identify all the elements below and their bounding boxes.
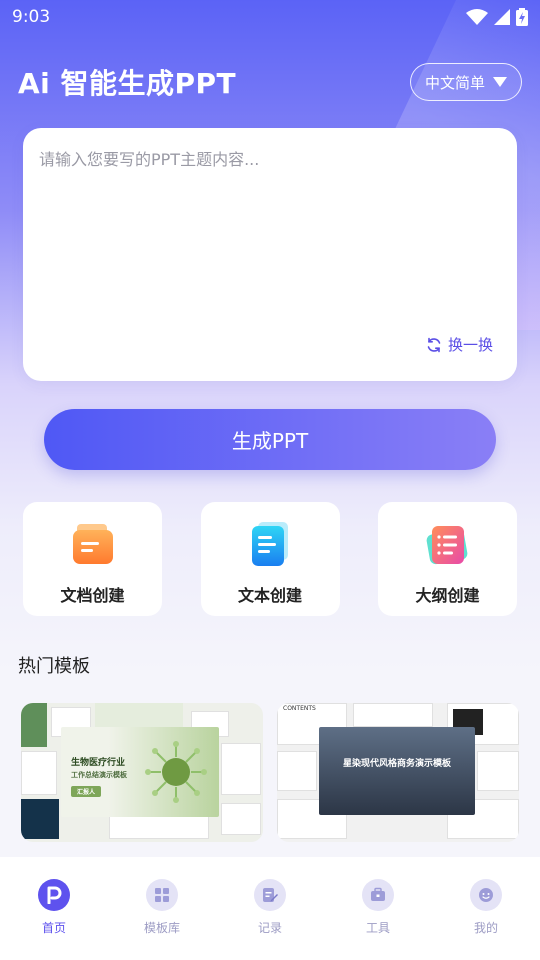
template-title: 生物医疗行业 [71,758,126,768]
document-folder-icon [71,522,115,568]
template-thumb-slide [277,751,317,791]
language-label: 中文简单 [424,73,485,92]
create-option-label: 文本创建 [237,586,302,605]
battery-icon [516,8,528,26]
template-card[interactable]: CONTENTS 星染现代风格商务演示模板 [277,703,519,842]
grid-icon [146,879,178,911]
template-contents-label: CONTENTS [283,705,316,712]
wifi-icon [466,9,488,25]
language-selector[interactable]: 中文简单 [410,63,522,101]
template-badge: 汇报人 [71,786,102,797]
template-thumb-slide [221,803,261,835]
template-thumb-slide [221,743,261,795]
template-thumb-slide [109,815,209,839]
nav-label: 我的 [473,921,498,935]
status-time: 9:03 [12,7,51,27]
nav-records[interactable]: 记录 [230,879,310,960]
nav-label: 记录 [257,921,282,935]
home-p-icon [38,879,70,911]
header: Ai 智能生成PPT 中文简单 [18,60,522,104]
template-subtitle: 工作总结演示模板 [71,771,127,779]
bottom-nav: 首页 模板库 记录 工具 我的 [0,857,540,960]
template-list: 生物医疗行业 工作总结演示模板 汇报人 CONTENTS 星染现代风格商务演示模… [21,703,519,842]
nav-profile[interactable]: 我的 [446,879,526,960]
template-thumb-slide [477,751,519,791]
app-title: Ai 智能生成PPT [18,67,237,100]
create-option-label: 大纲创建 [415,586,480,605]
status-bar: 9:03 [0,0,540,34]
text-doc-icon [248,522,292,568]
signal-icon [494,9,510,25]
nav-templates[interactable]: 模板库 [122,879,202,960]
generate-ppt-button[interactable]: 生成PPT [44,409,496,470]
nav-label: 工具 [365,921,390,935]
toolbox-icon [362,879,394,911]
create-option-label: 文档创建 [60,586,125,605]
template-thumb-slide [21,799,59,839]
refresh-label: 换一换 [447,336,493,354]
status-icons [466,8,528,26]
create-from-document[interactable]: 文档创建 [23,502,162,616]
template-title: 星染现代风格商务演示模板 [342,758,451,769]
template-card[interactable]: 生物医疗行业 工作总结演示模板 汇报人 [21,703,263,842]
create-from-outline[interactable]: 大纲创建 [378,502,517,616]
topic-input[interactable] [39,146,499,326]
caret-down-icon [493,77,507,87]
virus-illustration [145,741,207,803]
template-main-slide: 星染现代风格商务演示模板 [319,727,475,815]
topic-input-card: 换一换 [23,128,517,381]
record-edit-icon [254,879,286,911]
template-thumb-slide [21,751,57,795]
refresh-suggestion-button[interactable]: 换一换 [426,334,493,355]
hot-templates-title: 热门模板 [18,656,90,677]
outline-doc-icon [426,522,470,568]
template-thumb-slide [21,703,47,747]
nav-label: 首页 [41,921,66,935]
create-from-text[interactable]: 文本创建 [200,502,340,616]
refresh-icon [427,337,441,352]
template-thumb-slide [353,703,433,727]
profile-face-icon [470,879,502,911]
nav-tools[interactable]: 工具 [338,879,418,960]
nav-label: 模板库 [143,921,180,935]
create-options: 文档创建 文本创建 大纲创建 [23,502,517,616]
nav-home[interactable]: 首页 [14,879,94,960]
